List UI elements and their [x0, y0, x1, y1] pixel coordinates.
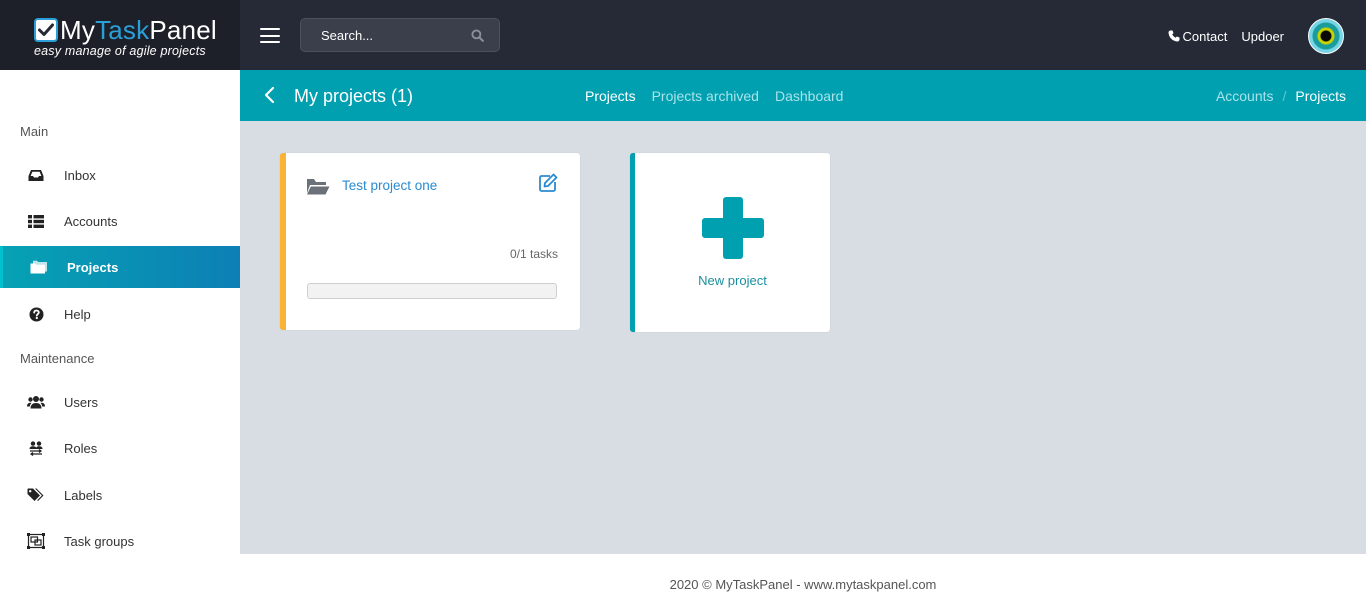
contact-label: Contact — [1182, 28, 1228, 44]
breadcrumb-accounts[interactable]: Accounts — [1216, 88, 1274, 104]
sidebar-item-roles[interactable]: Roles — [0, 427, 240, 469]
sidebar-item-task-groups[interactable]: Task groups — [0, 520, 240, 562]
question-circle-icon — [27, 305, 45, 323]
users-icon — [27, 393, 45, 411]
new-project-label: New project — [698, 273, 767, 288]
footer-text: 2020 © MyTaskPanel - www.mytaskpanel.com — [669, 577, 937, 592]
sub-tabs: Projects Projects archived Dashboard — [585, 88, 859, 104]
sidebar-item-labels[interactable]: Labels — [0, 474, 240, 516]
edit-icon[interactable] — [538, 173, 558, 193]
inbox-icon — [27, 166, 45, 184]
sidebar-item-label: Projects — [67, 259, 119, 275]
back-chevron-icon[interactable] — [263, 86, 277, 104]
check-logo-icon — [34, 18, 58, 42]
sidebar-item-accounts[interactable]: Accounts — [0, 200, 240, 242]
tab-dashboard[interactable]: Dashboard — [775, 88, 844, 104]
section-title-main: Main — [20, 124, 49, 139]
sidebar-item-label: Roles — [64, 440, 98, 456]
tagline: easy manage of agile projects — [34, 44, 206, 58]
tab-projects[interactable]: Projects — [585, 88, 636, 104]
project-name-link[interactable]: Test project one — [342, 178, 437, 193]
plus-icon — [702, 197, 764, 259]
phone-icon — [1168, 30, 1180, 42]
object-group-icon — [27, 532, 45, 550]
search-input[interactable] — [301, 19, 461, 51]
breadcrumb: Accounts / Projects — [1216, 88, 1346, 104]
project-progress-bar — [307, 283, 557, 299]
user-area: Contact Updoer — [1168, 18, 1344, 54]
sidebar: Main Inbox Accounts Projects Help Mainte… — [0, 70, 240, 613]
roles-icon — [27, 439, 45, 457]
sidebar-item-label: Accounts — [64, 213, 118, 229]
contact-link[interactable]: Contact — [1168, 28, 1228, 44]
sidebar-item-projects[interactable]: Projects — [0, 246, 240, 288]
breadcrumb-separator: / — [1282, 88, 1287, 104]
sidebar-item-label: Task groups — [64, 533, 135, 549]
top-header: MyTaskPanel easy manage of agile project… — [0, 0, 1366, 70]
breadcrumb-projects: Projects — [1295, 88, 1346, 104]
sidebar-item-inbox[interactable]: Inbox — [0, 154, 240, 196]
logo: MyTaskPanel — [34, 17, 217, 43]
page-title: My projects (1) — [294, 86, 414, 106]
menu-toggle-icon[interactable] — [260, 28, 280, 43]
folder-icon — [30, 258, 48, 276]
footer: 2020 © MyTaskPanel - www.mytaskpanel.com — [240, 554, 1366, 613]
task-count: 0/1 tasks — [509, 247, 558, 261]
section-title-maintenance: Maintenance — [20, 351, 95, 366]
new-project-card[interactable]: New project — [630, 153, 830, 332]
sidebar-item-label: Users — [64, 394, 98, 410]
avatar[interactable] — [1308, 18, 1344, 54]
username[interactable]: Updoer — [1241, 29, 1284, 44]
sidebar-item-label: Help — [64, 306, 91, 322]
brand[interactable]: MyTaskPanel easy manage of agile project… — [0, 0, 240, 70]
tags-icon — [27, 486, 45, 504]
folder-open-icon — [307, 179, 330, 195]
list-icon — [27, 212, 45, 230]
sidebar-item-users[interactable]: Users — [0, 381, 240, 423]
search-icon[interactable] — [471, 29, 484, 42]
project-card[interactable]: Test project one 0/1 tasks — [280, 153, 580, 330]
tab-projects-archived[interactable]: Projects archived — [652, 88, 759, 104]
sidebar-item-label: Inbox — [64, 167, 96, 183]
sidebar-item-label: Labels — [64, 487, 103, 503]
sidebar-item-help[interactable]: Help — [0, 293, 240, 335]
search-box — [300, 18, 500, 52]
logo-text: MyTaskPanel — [60, 15, 217, 45]
sub-header: My projects (1) Projects Projects archiv… — [240, 70, 1366, 121]
